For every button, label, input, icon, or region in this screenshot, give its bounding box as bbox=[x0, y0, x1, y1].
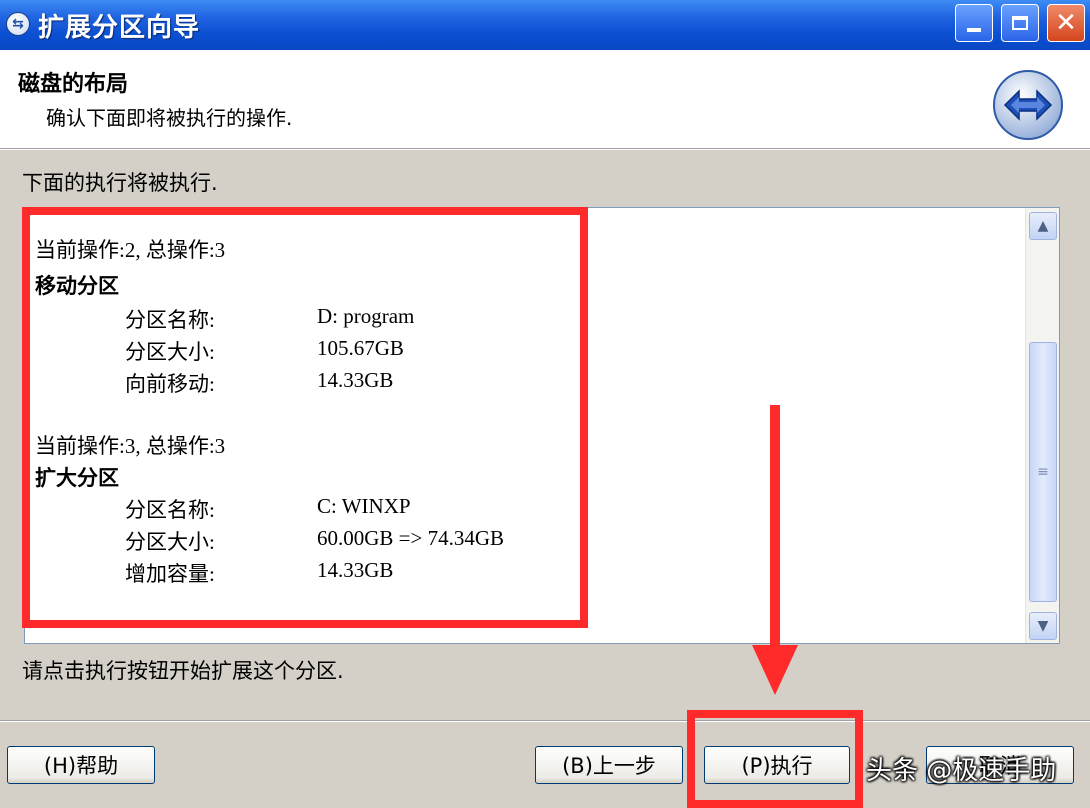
chevron-up-icon: ▲ bbox=[1037, 218, 1049, 234]
app-icon: ⇆ bbox=[6, 12, 30, 36]
close-icon: ✕ bbox=[1055, 8, 1077, 38]
arrows-icon bbox=[993, 70, 1063, 140]
footer-divider-highlight bbox=[0, 721, 1090, 722]
scroll-down-button[interactable]: ▼ bbox=[1029, 612, 1057, 640]
header-divider-highlight bbox=[0, 149, 1090, 150]
minimize-icon bbox=[967, 28, 981, 32]
lead-text: 下面的执行将被执行. bbox=[22, 171, 218, 195]
page-subtitle: 确认下面即将被执行的操作. bbox=[46, 106, 293, 130]
grip-icon: ≡ bbox=[1037, 464, 1049, 480]
page-title: 磁盘的布局 bbox=[18, 72, 129, 97]
back-button[interactable]: (B)上一步 bbox=[535, 746, 683, 784]
highlight-box-operations bbox=[22, 207, 588, 628]
window-title: 扩展分区向导 bbox=[38, 13, 201, 43]
highlight-box-execute bbox=[687, 710, 863, 808]
scroll-up-button[interactable]: ▲ bbox=[1029, 212, 1057, 240]
maximize-icon bbox=[1012, 16, 1028, 30]
vertical-scrollbar[interactable]: ▲ ≡ ▼ bbox=[1025, 208, 1059, 643]
maximize-button[interactable] bbox=[1001, 4, 1039, 42]
chevron-down-icon: ▼ bbox=[1037, 618, 1049, 634]
title-bar: ⇆ 扩展分区向导 ✕ bbox=[0, 0, 1090, 50]
hint-text: 请点击执行按钮开始扩展这个分区. bbox=[22, 659, 344, 683]
help-button[interactable]: (H)帮助 bbox=[7, 746, 155, 784]
close-button[interactable]: ✕ bbox=[1047, 4, 1085, 42]
minimize-button[interactable] bbox=[955, 4, 993, 42]
wizard-header: 磁盘的布局 确认下面即将被执行的操作. bbox=[0, 50, 1090, 148]
red-arrow-icon bbox=[752, 405, 798, 695]
scroll-thumb[interactable]: ≡ bbox=[1029, 342, 1057, 602]
watermark: 头条 @极速手助 bbox=[866, 756, 1057, 786]
